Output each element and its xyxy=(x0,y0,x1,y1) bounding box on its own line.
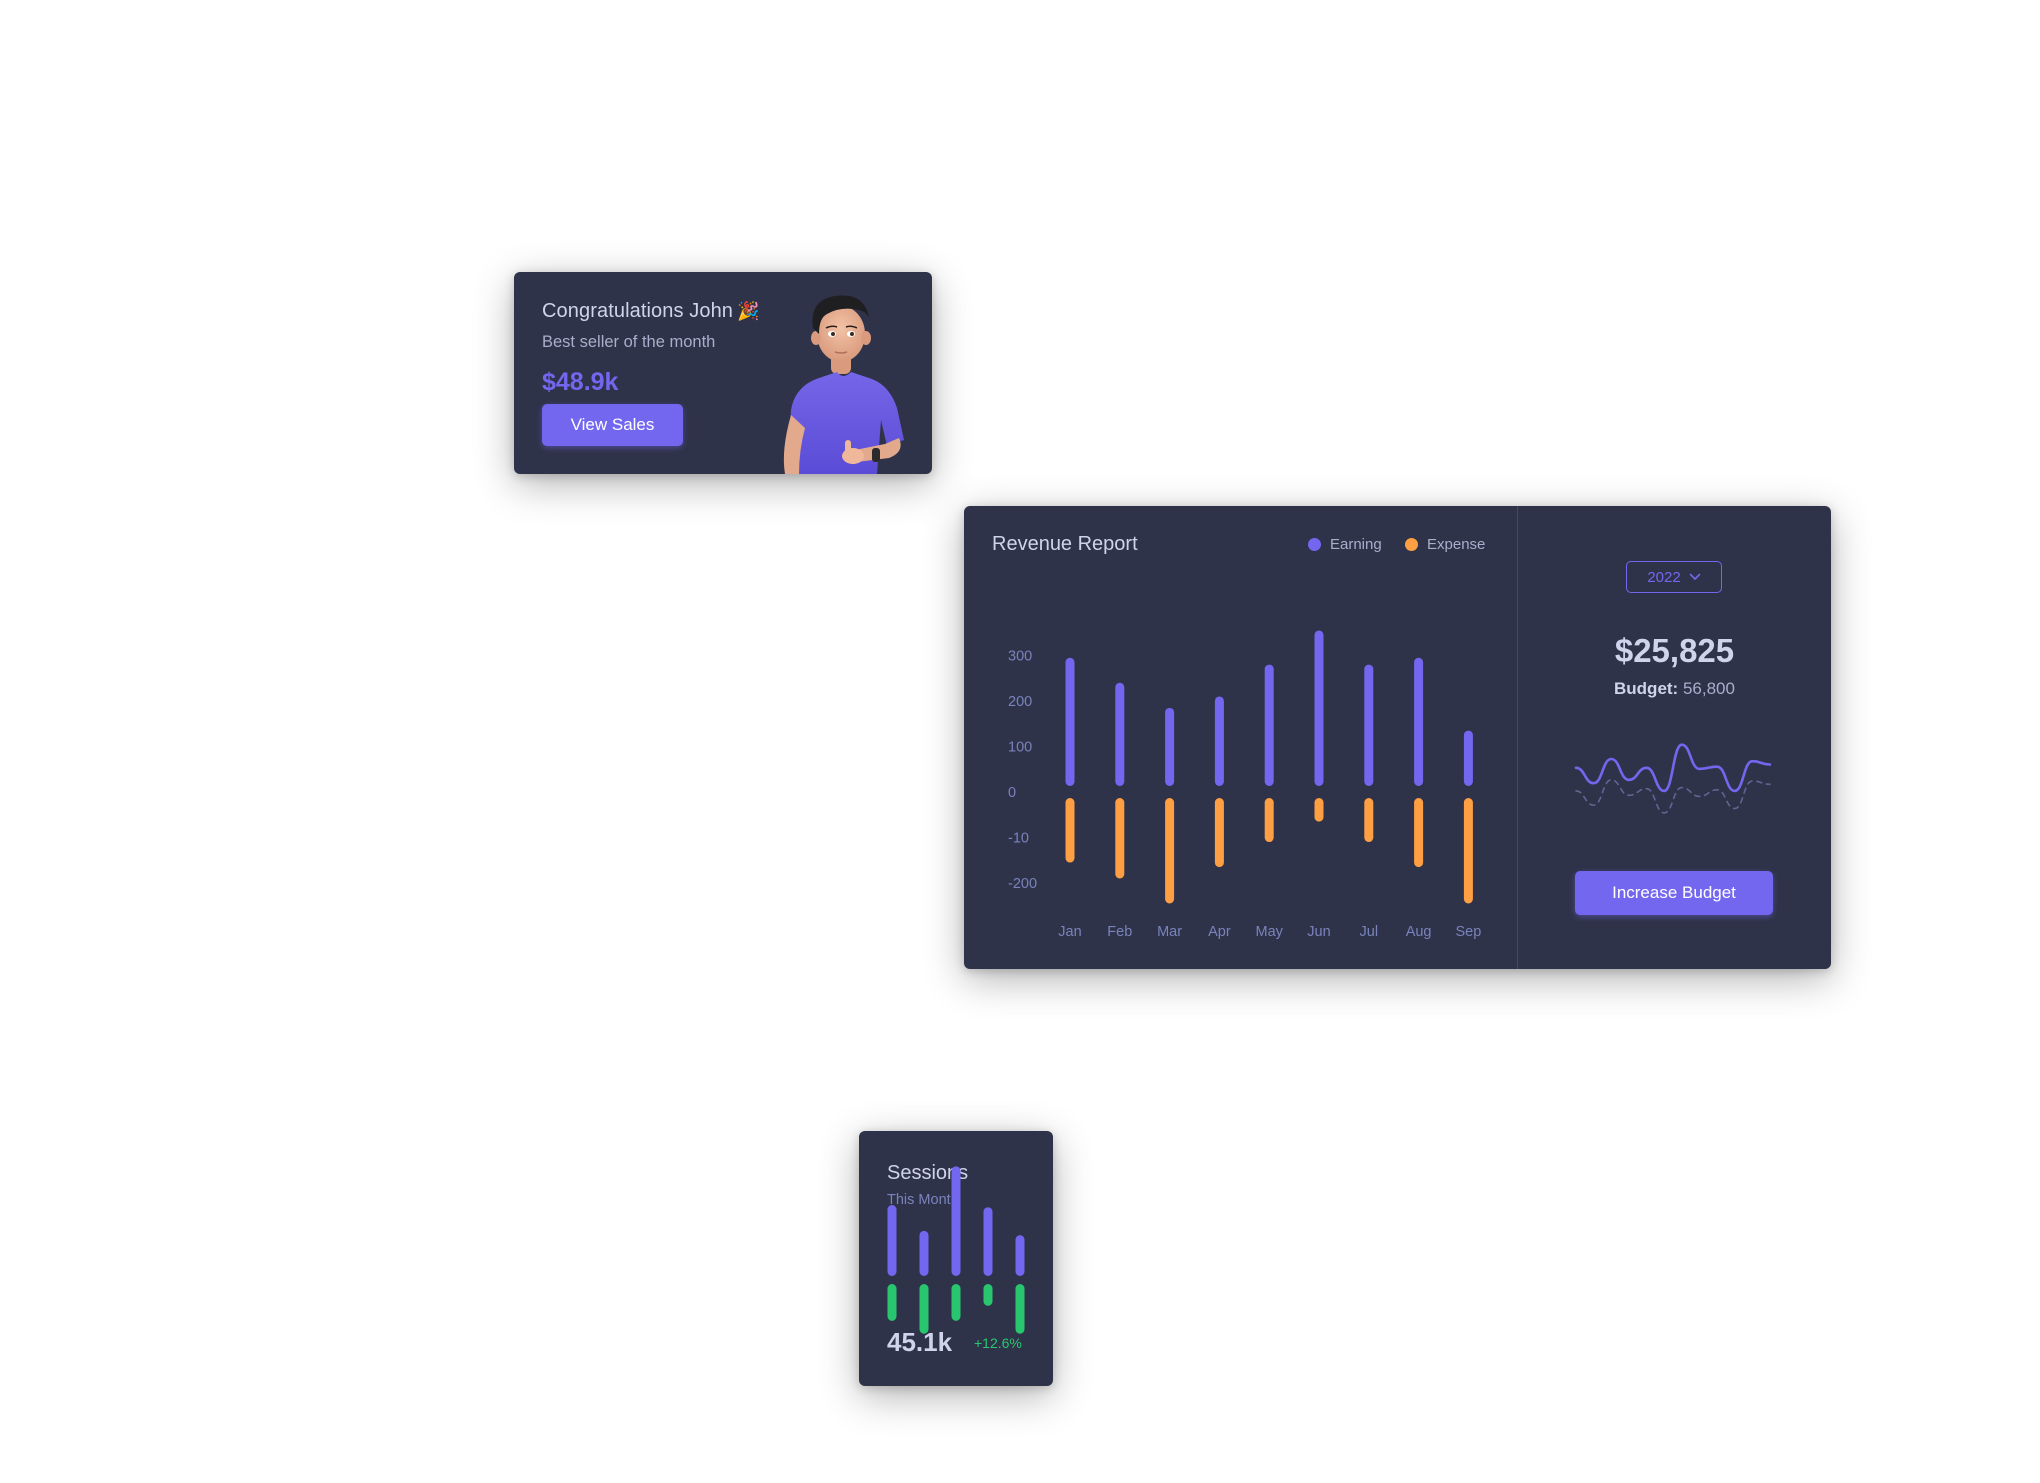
expense-bar[interactable] xyxy=(1165,798,1175,904)
y-tick-label: -200 xyxy=(1008,876,1037,892)
sessions-bar xyxy=(887,1205,897,1276)
sales-amount: $48.9k xyxy=(542,368,619,396)
earning-bar[interactable] xyxy=(1314,630,1324,786)
x-tick-label: Jan xyxy=(1058,924,1081,940)
earning-bar[interactable] xyxy=(1115,682,1125,786)
y-tick-label: 100 xyxy=(1008,740,1032,756)
earning-bar[interactable] xyxy=(1463,730,1473,786)
earning-bar[interactable] xyxy=(1264,664,1274,786)
congrats-title-text: Congratulations John xyxy=(542,300,734,322)
x-tick-label: Mar xyxy=(1157,924,1182,940)
earning-bar[interactable] xyxy=(1414,657,1424,786)
earning-bar[interactable] xyxy=(1364,664,1374,786)
expense-bar[interactable] xyxy=(1314,798,1324,822)
expense-bar[interactable] xyxy=(1214,798,1224,868)
congrats-title: Congratulations John 🎉 xyxy=(542,300,760,323)
sessions-growth-bar xyxy=(951,1284,961,1321)
x-tick-label: Aug xyxy=(1406,924,1432,940)
sessions-growth-bar xyxy=(887,1284,897,1321)
revenue-bar-chart: 300 200 100 0 -10 -200 Jan Feb Mar Apr May Jun Jul Au… xyxy=(1008,630,1481,940)
sessions-card: Sessions This Month 45.1k +12.6% xyxy=(859,1131,1053,1386)
sessions-bar xyxy=(1015,1235,1025,1276)
x-tick-label: Feb xyxy=(1107,924,1132,940)
x-tick-label: Sep xyxy=(1455,924,1481,940)
sessions-growth-bar xyxy=(983,1284,993,1306)
x-tick-label: Jun xyxy=(1307,924,1330,940)
sessions-bar xyxy=(919,1230,929,1276)
y-tick-label: -10 xyxy=(1008,831,1029,847)
expense-bar[interactable] xyxy=(1264,798,1274,843)
increase-budget-button[interactable]: Increase Budget xyxy=(1575,871,1773,915)
expense-bar[interactable] xyxy=(1463,798,1473,904)
x-tick-label: Apr xyxy=(1208,924,1231,940)
sessions-bar xyxy=(951,1166,961,1276)
x-tick-label: May xyxy=(1255,924,1283,940)
x-tick-label: Jul xyxy=(1360,924,1379,940)
party-popper-icon: 🎉 xyxy=(737,301,760,321)
sessions-growth-bar xyxy=(1015,1284,1025,1334)
congrats-subtitle: Best seller of the month xyxy=(542,333,716,351)
revenue-report-card: Revenue Report Earning Expense 300 200 100… xyxy=(964,506,1831,969)
sessions-bar xyxy=(983,1207,993,1276)
expense-bar[interactable] xyxy=(1065,798,1075,863)
earning-bar[interactable] xyxy=(1165,707,1175,786)
y-tick-label: 200 xyxy=(1008,694,1032,710)
view-sales-button[interactable]: View Sales xyxy=(542,404,683,446)
sessions-value: 45.1k xyxy=(887,1327,953,1357)
revenue-chart-panel: Revenue Report Earning Expense 300 200 100… xyxy=(964,506,1518,969)
expense-bar[interactable] xyxy=(1115,798,1125,879)
congratulations-card: Congratulations John 🎉 Best seller of the… xyxy=(514,272,932,474)
y-tick-label: 300 xyxy=(1008,649,1032,665)
y-tick-label: 0 xyxy=(1008,785,1016,801)
earning-bar[interactable] xyxy=(1214,696,1224,786)
expense-bar[interactable] xyxy=(1414,798,1424,868)
sparkline-current-line xyxy=(1574,743,1772,793)
budget-panel: 2022 $25,825 Budget: 56,800 Increase Bud… xyxy=(1518,506,1831,969)
expense-bar[interactable] xyxy=(1364,798,1374,843)
earning-bar[interactable] xyxy=(1065,657,1075,786)
man-thumbs-up-avatar xyxy=(783,295,904,474)
sessions-change: +12.6% xyxy=(974,1335,1022,1351)
